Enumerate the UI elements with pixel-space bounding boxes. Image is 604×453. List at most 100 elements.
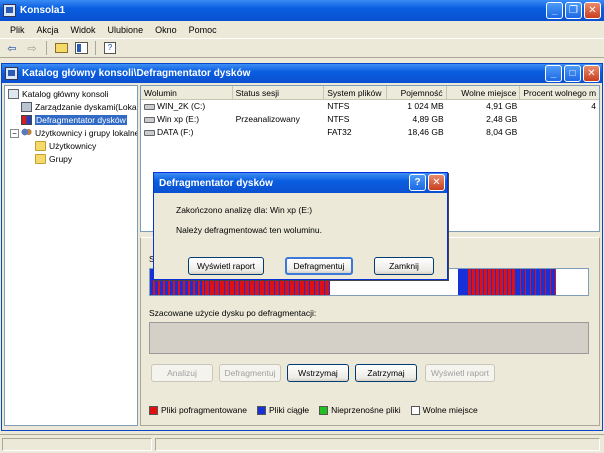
tree-item-label: Zarządzanie dyskami(Lokal	[35, 102, 138, 112]
dialog-title-bar[interactable]: Defragmentator dysków ? ✕	[154, 173, 447, 193]
dialog-close-button[interactable]: Zamknij	[374, 257, 434, 275]
menu-widok[interactable]: Widok	[65, 25, 102, 35]
legend-item-fragmented: Pliki pofragmentowane	[149, 405, 247, 415]
drive-icon	[144, 103, 155, 110]
close-icon[interactable]: ✕	[428, 174, 445, 191]
up-folder-icon[interactable]	[53, 40, 69, 56]
column-header-filesystem[interactable]: System plików	[324, 86, 387, 100]
tree-item-groups[interactable]: Grupy	[35, 153, 72, 165]
dialog-message-line1: Zakończono analizę dla: Win xp (E:)	[176, 205, 313, 215]
menu-okno[interactable]: Okno	[149, 25, 183, 35]
cell-percent-free	[520, 113, 599, 126]
tree-item-label: Katalog główny konsoli	[22, 89, 109, 99]
column-header-status[interactable]: Status sesji	[233, 86, 325, 100]
forward-arrow-icon[interactable]: ⇨	[24, 40, 40, 56]
close-icon[interactable]: ✕	[584, 2, 601, 19]
collapse-icon[interactable]: −	[10, 128, 19, 138]
cell-status	[233, 126, 325, 139]
cell-volume: Win xp (E:)	[157, 114, 200, 124]
view-report-button[interactable]: Wyświetl raport	[425, 364, 495, 382]
child-window-title: Katalog główny konsoli\Defragmentator dy…	[22, 68, 251, 79]
maximize-icon[interactable]: □	[564, 65, 581, 82]
toolbar-separator	[46, 41, 47, 55]
cell-filesystem: NTFS	[327, 101, 350, 111]
defragmenter-icon	[21, 115, 32, 125]
toolbar-separator	[95, 41, 96, 55]
cell-capacity: 1 024 MB	[407, 101, 444, 111]
menu-pomoc[interactable]: Pomoc	[183, 25, 223, 35]
folder-icon	[35, 154, 46, 164]
analyze-button[interactable]: Analizuj	[151, 364, 213, 382]
column-header-percent-free[interactable]: Procent wolnego m	[520, 86, 599, 100]
toolbar: ⇦ ⇨ ?	[0, 38, 604, 58]
cell-status: Przeanalizowany	[235, 114, 300, 124]
legend-item-free-space: Wolne miejsce	[410, 405, 478, 415]
legend-swatch	[149, 405, 158, 415]
cell-volume: WIN_2K (C:)	[157, 101, 206, 111]
tree-item-users-groups[interactable]: − Użytkownicy i grupy lokalne	[10, 127, 138, 139]
legend-swatch	[319, 405, 329, 415]
properties-help-icon[interactable]: ?	[102, 40, 118, 56]
analysis-segment	[468, 269, 516, 295]
estimated-usage-display	[149, 322, 589, 354]
stop-button[interactable]: Zatrzymaj	[355, 364, 417, 382]
defragment-button[interactable]: Defragmentuj	[219, 364, 281, 382]
column-header-capacity[interactable]: Pojemność	[387, 86, 447, 100]
dialog-title: Defragmentator dysków	[159, 177, 273, 189]
console-app-icon	[3, 4, 16, 17]
app-title: Konsola1	[20, 5, 66, 16]
disk-management-icon	[21, 102, 32, 112]
close-icon[interactable]: ✕	[583, 65, 600, 82]
cell-free: 2,48 GB	[486, 114, 518, 124]
folder-icon	[35, 141, 46, 151]
volume-list-header: Wolumin Status sesji System plików Pojem…	[141, 86, 599, 100]
menu-akcja[interactable]: Akcja	[31, 25, 65, 35]
tree-item-users[interactable]: Użytkownicy	[35, 140, 96, 152]
status-cell	[2, 438, 152, 451]
minimize-icon[interactable]: _	[545, 65, 562, 82]
analysis-segment	[458, 269, 468, 295]
legend-label: Wolne miejsce	[422, 405, 478, 415]
restore-icon[interactable]: ❐	[565, 2, 582, 19]
column-header-free[interactable]: Wolne miejsce	[447, 86, 521, 100]
child-window-title-bar[interactable]: Katalog główny konsoli\Defragmentator dy…	[2, 64, 602, 83]
help-icon[interactable]: ?	[409, 174, 426, 191]
legend: Pliki pofragmentowane Pliki ciągłe Niepr…	[149, 405, 488, 415]
column-header-volume[interactable]: Wolumin	[141, 86, 233, 100]
table-row[interactable]: Win xp (E:) Przeanalizowany NTFS 4,89 GB…	[141, 113, 599, 126]
back-arrow-icon[interactable]: ⇦	[4, 40, 20, 56]
menu-ulubione[interactable]: Ulubione	[102, 25, 150, 35]
tree-item-label: Grupy	[49, 154, 73, 164]
show-hide-tree-icon[interactable]	[73, 40, 89, 56]
tree-item-label: Użytkownicy	[49, 141, 97, 151]
cell-free: 8,04 GB	[486, 127, 518, 137]
console-tree[interactable]: Katalog główny konsoli Zarządzanie dyska…	[4, 85, 138, 426]
cell-capacity: 18,46 GB	[407, 127, 444, 137]
dialog-view-report-button[interactable]: Wyświetl raport	[188, 257, 264, 275]
dialog-defragment-button[interactable]: Defragmentuj	[285, 257, 353, 275]
legend-label: Nieprzenośne pliki	[331, 405, 401, 415]
legend-item-contiguous: Pliki ciągłe	[257, 405, 309, 415]
cell-percent-free: 4	[591, 101, 596, 111]
pause-button[interactable]: Wstrzymaj	[287, 364, 349, 382]
cell-capacity: 4,89 GB	[412, 114, 444, 124]
status-bar	[0, 434, 604, 453]
estimated-usage-label: Szacowane użycie dysku po defragmentacji…	[149, 308, 317, 318]
tree-item-disk-management[interactable]: Zarządzanie dyskami(Lokal	[21, 101, 138, 113]
tree-item-label: Użytkownicy i grupy lokalne	[35, 128, 138, 138]
tree-item-root[interactable]: Katalog główny konsoli	[8, 88, 108, 100]
table-row[interactable]: WIN_2K (C:) NTFS 1 024 MB 4,91 GB 4	[141, 100, 599, 113]
legend-label: Pliki pofragmentowane	[161, 405, 247, 415]
menu-bar: Plik Akcja Widok Ulubione Okno Pomoc	[0, 21, 604, 38]
app-title-bar[interactable]: Konsola1 _ ❐ ✕	[0, 0, 604, 21]
tree-item-defragmenter[interactable]: Defragmentator dysków	[21, 114, 127, 126]
cell-volume: DATA (F:)	[157, 127, 194, 137]
cell-status	[233, 100, 325, 113]
console-window-icon	[5, 67, 18, 80]
minimize-icon[interactable]: _	[546, 2, 563, 19]
menu-plik[interactable]: Plik	[4, 25, 31, 35]
dialog-message-line2: Należy defragmentować ten woluminu.	[176, 225, 322, 235]
status-cell	[155, 438, 600, 451]
cell-filesystem: NTFS	[327, 114, 350, 124]
table-row[interactable]: DATA (F:) FAT32 18,46 GB 8,04 GB	[141, 126, 599, 139]
